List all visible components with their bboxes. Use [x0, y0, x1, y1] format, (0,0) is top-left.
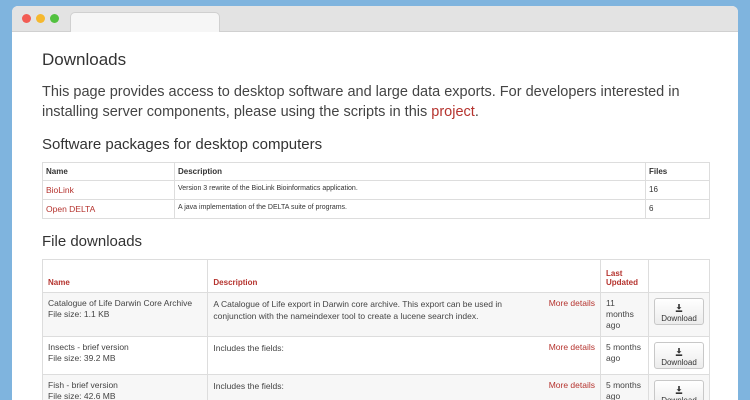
table-row: Insects - brief version File size: 39.2 … — [41, 336, 710, 375]
file-name: Catalogue of Life Darwin Core Archive — [48, 298, 193, 308]
package-files-count: 6 — [645, 199, 710, 219]
browser-tab[interactable] — [70, 12, 220, 32]
minimize-window-button[interactable] — [36, 14, 45, 23]
download-button[interactable]: Download — [654, 342, 704, 369]
table-header-row: Name Description Files — [42, 162, 710, 181]
last-updated: 11 months ago — [600, 292, 649, 337]
column-header-files: Files — [645, 162, 710, 181]
column-header-description: Description — [207, 259, 601, 293]
project-link[interactable]: project — [431, 104, 475, 120]
download-button[interactable]: Download — [654, 298, 704, 325]
file-name-cell: Fish - brief version File size: 42.6 MB — [41, 374, 209, 400]
download-cell: Download — [648, 336, 710, 375]
file-description-cell: Includes the fields: More details — [207, 374, 601, 400]
package-files-count: 16 — [645, 180, 710, 200]
more-details-link[interactable]: More details — [549, 298, 595, 308]
packages-table: Name Description Files BioLink Version 3… — [42, 162, 710, 219]
table-row: Fish - brief version File size: 42.6 MB … — [41, 374, 710, 400]
file-description-cell: A Catalogue of Life export in Darwin cor… — [207, 292, 601, 337]
browser-window: Downloads This page provides access to d… — [12, 6, 738, 400]
download-label: Download — [661, 357, 697, 367]
maximize-window-button[interactable] — [50, 14, 59, 23]
page-title: Downloads — [42, 50, 127, 69]
more-details-link[interactable]: More details — [549, 342, 595, 352]
table-row: BioLink Version 3 rewrite of the BioLink… — [42, 180, 710, 200]
download-icon — [675, 303, 683, 312]
file-downloads-heading: File downloads — [42, 233, 143, 250]
table-header-row: Name Description Last Updated — [41, 259, 710, 293]
column-header-name: Name — [42, 162, 175, 181]
download-icon — [675, 385, 683, 394]
file-size: File size: 39.2 MB — [48, 353, 116, 363]
package-description: Version 3 rewrite of the BioLink Bioinfo… — [174, 180, 646, 200]
packages-heading: Software packages for desktop computers — [42, 136, 323, 153]
last-updated: 5 months ago — [600, 374, 649, 400]
column-header-description: Description — [174, 162, 646, 181]
close-window-button[interactable] — [22, 14, 31, 23]
download-cell: Download — [648, 292, 710, 337]
file-name: Fish - brief version — [48, 380, 118, 390]
download-label: Download — [661, 313, 697, 323]
file-name-cell: Insects - brief version File size: 39.2 … — [41, 336, 209, 375]
file-description: A Catalogue of Life export in Darwin cor… — [213, 299, 502, 321]
package-link-open-delta[interactable]: Open DELTA — [46, 204, 95, 214]
file-description-cell: Includes the fields: More details — [207, 336, 601, 375]
file-name: Insects - brief version — [48, 342, 129, 352]
download-cell: Download — [648, 374, 710, 400]
download-label: Download — [661, 395, 697, 400]
table-row: Catalogue of Life Darwin Core Archive Fi… — [41, 292, 710, 337]
column-header-last-updated: Last Updated — [600, 259, 649, 293]
file-size: File size: 1.1 KB — [48, 309, 110, 319]
intro-end: . — [474, 104, 479, 120]
file-description: Includes the fields: — [213, 381, 284, 391]
file-size: File size: 42.6 MB — [48, 391, 116, 400]
column-header-name: Name — [41, 259, 209, 293]
file-name-cell: Catalogue of Life Darwin Core Archive Fi… — [41, 292, 209, 337]
table-row: Open DELTA A java implementation of the … — [42, 199, 710, 219]
package-description: A java implementation of the DELTA suite… — [174, 199, 646, 219]
last-updated: 5 months ago — [600, 336, 649, 375]
intro-paragraph: This page provides access to desktop sof… — [42, 82, 712, 122]
download-button[interactable]: Download — [654, 380, 704, 400]
more-details-link[interactable]: More details — [549, 380, 595, 390]
file-downloads-table: Name Description Last Updated Catalogue … — [41, 259, 710, 400]
package-name-cell: Open DELTA — [42, 199, 175, 219]
file-description: Includes the fields: — [213, 343, 284, 353]
title-bar — [12, 6, 738, 32]
column-header-action — [648, 259, 710, 293]
download-icon — [675, 347, 683, 356]
package-link-biolink[interactable]: BioLink — [46, 185, 74, 195]
package-name-cell: BioLink — [42, 180, 175, 200]
intro-text: This page provides access to desktop sof… — [42, 84, 680, 120]
main-content: Downloads This page provides access to d… — [41, 50, 712, 400]
